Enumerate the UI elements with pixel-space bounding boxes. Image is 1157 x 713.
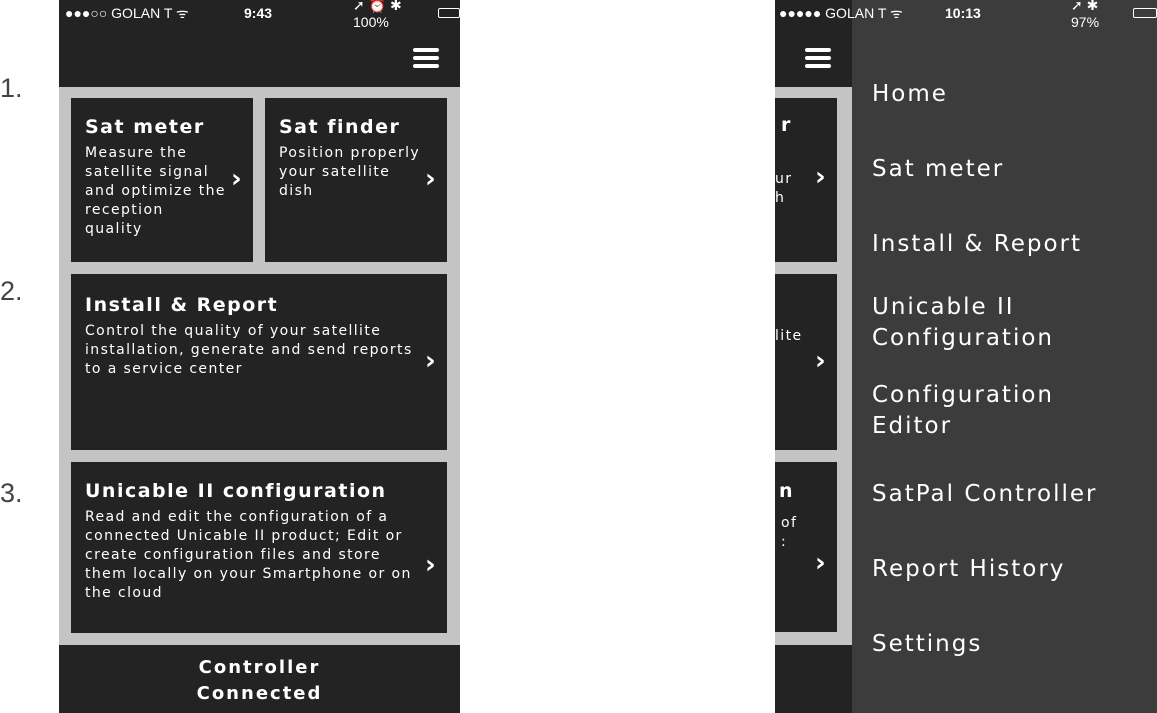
card-title: Sat meter bbox=[85, 116, 205, 138]
sat-meter-card[interactable]: Sat meter Measure the satellite signal a… bbox=[71, 98, 253, 262]
chevron-right-icon: › bbox=[425, 550, 436, 580]
battery-icon bbox=[1133, 8, 1157, 18]
carrier-label: ●●●○○ GOLAN T ᯤ bbox=[65, 4, 189, 21]
chevron-right-icon: › bbox=[815, 548, 826, 578]
step-number-2: 2. bbox=[0, 276, 23, 306]
sat-finder-card-partial[interactable]: r ur h › bbox=[775, 98, 837, 262]
step-number-3: 3. bbox=[0, 478, 23, 508]
controller-status-line1: Controller bbox=[198, 657, 321, 678]
controller-status-line2: Connected bbox=[196, 683, 323, 704]
card-description: Read and edit the configuration of a con… bbox=[85, 509, 412, 601]
status-bar: ●●●○○ GOLAN T ᯤ 9:43 ➚ ⏰ ✱ 100% bbox=[59, 0, 464, 30]
home-content: Sat meter Measure the satellite signal a… bbox=[59, 87, 460, 645]
menu-item-report-history[interactable]: Report History bbox=[872, 554, 1065, 585]
menu-item-sat-meter[interactable]: Sat meter bbox=[872, 154, 1004, 185]
controller-status: Controller Connected bbox=[59, 645, 460, 713]
clock: 10:13 bbox=[945, 5, 981, 21]
card-title: Install & Report bbox=[85, 294, 279, 316]
chevron-right-icon: › bbox=[425, 346, 436, 376]
install-report-card-partial[interactable]: lite › bbox=[775, 274, 837, 450]
hamburger-menu-icon[interactable] bbox=[805, 48, 831, 68]
chevron-right-icon: › bbox=[815, 162, 826, 192]
card-text-fragment: of : bbox=[781, 515, 798, 550]
chevron-right-icon: › bbox=[231, 164, 242, 194]
side-menu: Home Sat meter Install & Report Unicable… bbox=[852, 0, 1157, 713]
menu-item-satpal-controller[interactable]: SatPal Controller bbox=[872, 479, 1097, 510]
menu-item-unicable-config[interactable]: Unicable II Configuration bbox=[872, 292, 1054, 354]
chevron-right-icon: › bbox=[425, 164, 436, 194]
menu-item-home[interactable]: Home bbox=[872, 79, 948, 110]
carrier-label: ●●●●● GOLAN T ᯤ bbox=[779, 4, 903, 21]
install-report-card[interactable]: Install & Report Control the quality of … bbox=[71, 274, 447, 450]
status-icons-label: ➚ ⏰ ✱ 100% bbox=[353, 0, 402, 30]
hamburger-menu-icon[interactable] bbox=[413, 48, 439, 68]
unicable-card-partial[interactable]: n of : › bbox=[775, 462, 837, 632]
card-text-fragment: ur h bbox=[775, 171, 793, 206]
battery-icon bbox=[437, 8, 464, 18]
footer-bar bbox=[775, 645, 852, 713]
card-description: Position properly your satellite dish bbox=[279, 145, 421, 199]
status-indicators: ➚ ⏰ ✱ 100% bbox=[353, 0, 464, 30]
card-title: Unicable II configuration bbox=[85, 480, 387, 502]
status-indicators: ➚ ✱ 97% bbox=[1071, 0, 1157, 30]
menu-item-config-editor[interactable]: Configuration Editor bbox=[872, 380, 1054, 442]
menu-item-settings[interactable]: Settings bbox=[872, 629, 982, 660]
step-number-1: 1. bbox=[0, 73, 23, 103]
card-title-fragment: n bbox=[779, 480, 794, 502]
card-title-fragment: r bbox=[781, 114, 792, 136]
clock: 9:43 bbox=[244, 5, 273, 21]
card-text-fragment: lite bbox=[775, 328, 803, 344]
card-description: Measure the satellite signal and optimiz… bbox=[85, 145, 226, 237]
home-screen: ●●●○○ GOLAN T ᯤ 9:43 ➚ ⏰ ✱ 100% Sat mete… bbox=[59, 0, 464, 713]
status-icons-label: ➚ ✱ 97% bbox=[1071, 0, 1100, 30]
unicable-config-card[interactable]: Unicable II configuration Read and edit … bbox=[71, 462, 447, 633]
card-description: Control the quality of your satellite in… bbox=[85, 323, 413, 377]
menu-item-install-report[interactable]: Install & Report bbox=[872, 229, 1082, 260]
card-title: Sat finder bbox=[279, 116, 401, 138]
sat-finder-card[interactable]: Sat finder Position properly your satell… bbox=[265, 98, 447, 262]
chevron-right-icon: › bbox=[815, 346, 826, 376]
menu-screen: r ur h › lite › n of : › Home Sat meter … bbox=[775, 0, 1157, 713]
status-bar: ●●●●● GOLAN T ᯤ 10:13 ➚ ✱ 97% bbox=[775, 0, 1157, 30]
